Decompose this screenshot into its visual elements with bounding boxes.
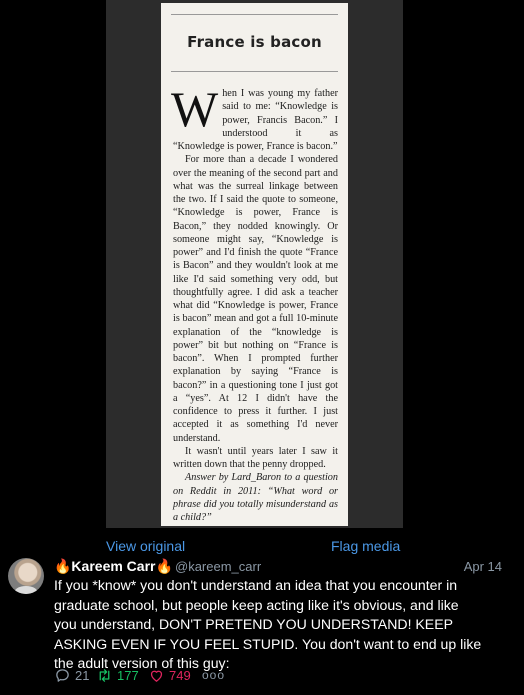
display-name[interactable]: 🔥Kareem Carr🔥 <box>54 558 173 575</box>
book-page-image: France is bacon When I was young my fath… <box>161 3 348 526</box>
drop-cap: W <box>171 81 219 137</box>
like-button[interactable]: 749 <box>148 667 191 684</box>
page-title: France is bacon <box>187 33 322 51</box>
title-rule <box>171 71 338 72</box>
tweet-text: If you *know* you don't understand an id… <box>54 577 482 672</box>
avatar[interactable] <box>8 558 44 594</box>
story-text: When I was young my father said to me: “… <box>171 81 338 524</box>
reply-count: 21 <box>75 668 90 683</box>
retweet-count: 177 <box>117 668 139 683</box>
tweet-header: 🔥Kareem Carr🔥 @kareem_carr Apr 14 <box>54 558 502 576</box>
reply-icon <box>56 669 69 682</box>
more-icon: ooo <box>202 668 226 682</box>
like-icon <box>150 670 163 682</box>
tweet-date[interactable]: Apr 14 <box>464 559 502 574</box>
story-paragraph: It wasn't until years later I saw it wri… <box>173 445 338 470</box>
retweet-icon <box>99 669 110 682</box>
top-rule <box>171 14 338 15</box>
retweet-button[interactable]: 177 <box>96 667 139 684</box>
view-original-link[interactable]: View original <box>106 538 185 554</box>
media-actions: View original Flag media <box>0 538 524 556</box>
like-count: 749 <box>169 668 191 683</box>
user-handle[interactable]: @kareem_carr <box>175 559 261 574</box>
reply-button[interactable]: 21 <box>54 667 89 684</box>
story-source: Answer by Lard_Baron to a question on Re… <box>173 472 338 523</box>
story-paragraph: For more than a decade I wondered over t… <box>173 154 338 444</box>
flag-media-link[interactable]: Flag media <box>331 538 400 554</box>
more-options-button[interactable]: ooo <box>202 668 225 682</box>
